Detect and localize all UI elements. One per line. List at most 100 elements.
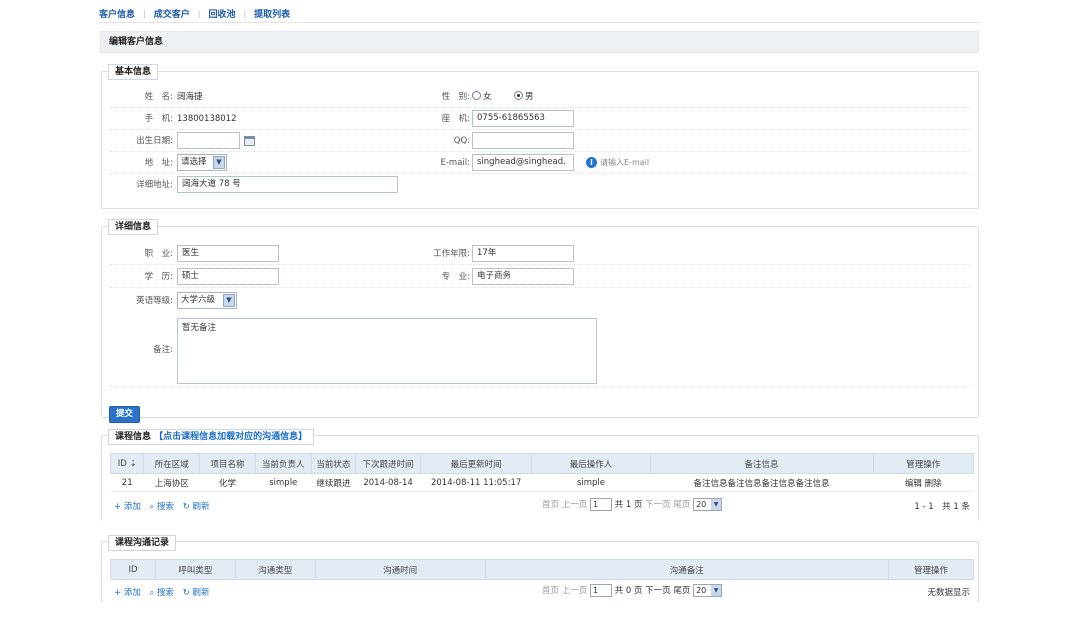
- form-row: 职 业: 医生 工作年限: 17年: [110, 243, 972, 265]
- nav-recycle-pool[interactable]: 回收池: [208, 7, 235, 20]
- page-size-select[interactable]: 20 ▼: [693, 498, 723, 511]
- col-actions: 管理操作: [888, 559, 974, 580]
- table-header-row: ID 呼叫类型 沟通类型 沟通时间 沟通备注 管理操作: [110, 559, 974, 580]
- education-input[interactable]: 硕士: [177, 268, 279, 285]
- col-last-operator: 最后操作人: [531, 453, 651, 474]
- cell-actions[interactable]: 编辑 删除: [873, 473, 974, 492]
- add-button[interactable]: + 添加: [114, 588, 141, 598]
- form-row: 学 历: 硕士 专 业: 电子商务: [110, 266, 972, 288]
- form-row: 手 机: 13800138012 座 机: 0755-61865563: [110, 108, 972, 130]
- toolbar: + 添加 ⌕ 搜索 ↻ 刷新: [114, 500, 216, 512]
- gender-label: 性 别:: [441, 92, 470, 102]
- work-years-input[interactable]: 17年: [472, 245, 574, 262]
- name-value: 阔海捷: [177, 92, 203, 102]
- job-label: 职 业:: [144, 249, 173, 259]
- next-page-button[interactable]: 下一页: [645, 586, 671, 596]
- info-icon: i: [586, 157, 597, 168]
- col-next-follow: 下次跟进时间: [355, 453, 421, 474]
- page-input[interactable]: 1: [589, 498, 612, 511]
- job-input[interactable]: 医生: [177, 245, 279, 262]
- record-summary: 无数据显示: [927, 588, 970, 598]
- cell-region: 上海协区: [143, 473, 200, 492]
- col-id[interactable]: ID: [110, 559, 156, 580]
- toolbar: + 添加 ⌕ 搜索 ↻ 刷新: [114, 586, 216, 598]
- first-page-button[interactable]: 首页: [542, 586, 559, 596]
- detail-address-label: 详细地址:: [136, 180, 173, 190]
- prev-page-button[interactable]: 上一页: [562, 586, 588, 596]
- comm-records-panel: 课程沟通记录 ID 呼叫类型 沟通类型 沟通时间 沟通备注 管理操作 + 添加 …: [101, 535, 979, 603]
- phone-input[interactable]: 0755-61865563: [472, 110, 574, 127]
- cell-last-update: 2014-08-11 11:05:17: [420, 473, 532, 492]
- total-pages: 共 1 页: [614, 500, 643, 510]
- name-label: 姓 名:: [144, 92, 173, 102]
- address-label: 地 址:: [144, 158, 173, 168]
- course-info-title: 课程信息: [115, 432, 152, 442]
- major-input[interactable]: 电子商务: [472, 268, 574, 285]
- last-page-button[interactable]: 尾页: [673, 500, 690, 510]
- col-project: 项目名称: [199, 453, 256, 474]
- cell-id: 21: [110, 473, 144, 492]
- col-last-update: 最后更新时间: [419, 453, 533, 474]
- qq-label: QQ:: [453, 136, 470, 146]
- nav-customer-info[interactable]: 客户信息: [99, 7, 135, 20]
- gender-female-option[interactable]: 女: [472, 86, 492, 108]
- education-label: 学 历:: [144, 272, 173, 282]
- col-comm-type: 沟通类型: [234, 559, 316, 580]
- nav-divider: [99, 22, 981, 23]
- radio-checked-icon[interactable]: [514, 91, 523, 100]
- search-button[interactable]: ⌕ 搜索: [150, 588, 174, 598]
- first-page-button[interactable]: 首页: [542, 500, 559, 510]
- detail-address-input[interactable]: 阔海大道 78 号: [177, 176, 398, 193]
- nav-closed-customers[interactable]: 成交客户: [154, 7, 190, 20]
- gender-male-option[interactable]: 男: [514, 86, 534, 108]
- col-id[interactable]: ID ⇣: [109, 453, 145, 474]
- work-years-label: 工作年限:: [433, 249, 470, 259]
- page-size-select[interactable]: 20 ▼: [693, 584, 723, 597]
- cell-project: 化学: [199, 473, 256, 492]
- cell-next-follow: 2014-08-14: [355, 473, 421, 492]
- last-page-button[interactable]: 尾页: [673, 586, 690, 596]
- course-table-footer: + 添加 ⌕ 搜索 ↻ 刷新 首页 上一页 1 共 1 页 下一页 尾页 20 ▼…: [110, 497, 974, 515]
- remark-textarea[interactable]: 暂无备注: [177, 318, 597, 384]
- english-level-select[interactable]: 大学六级 ▼: [177, 292, 237, 309]
- radio-icon[interactable]: [472, 91, 481, 100]
- email-hint: i 请输入E-mail: [586, 152, 649, 174]
- top-nav: 客户信息 | 成交客户 | 回收池 | 提取列表: [99, 7, 291, 20]
- major-label: 专 业:: [441, 272, 470, 282]
- course-table: ID ⇣ 所在区域 项目名称 当前负责人 当前状态 下次跟进时间 最后更新时间 …: [109, 453, 975, 492]
- record-summary: 1 - 1 共 1 条: [914, 502, 970, 512]
- load-comm-link[interactable]: 【点击课程信息加载对应的沟通信息】: [154, 432, 307, 442]
- basic-info-panel: 基本信息 姓 名: 阔海捷 性 别: 女 男 手 机: 13800138012 …: [101, 64, 979, 209]
- birth-label: 出生日期:: [136, 136, 173, 146]
- page-input[interactable]: 1: [589, 584, 612, 597]
- nav-extract-list[interactable]: 提取列表: [254, 7, 290, 20]
- address-select[interactable]: 请选择 ▼: [177, 154, 227, 171]
- form-row: 姓 名: 阔海捷 性 别: 女 男: [110, 86, 972, 108]
- comm-table-footer: + 添加 ⌕ 搜索 ↻ 刷新 首页 上一页 1 共 0 页 下一页 尾页 20 ▼…: [110, 583, 974, 601]
- remark-label: 备注:: [153, 345, 173, 355]
- birth-date-input[interactable]: [177, 132, 240, 149]
- course-info-legend: 课程信息 【点击课程信息加载对应的沟通信息】: [108, 429, 315, 445]
- calendar-icon[interactable]: [244, 136, 255, 146]
- chevron-down-icon[interactable]: ▼: [213, 156, 225, 169]
- form-row: 备注: 暂无备注: [110, 315, 972, 387]
- col-comm-time: 沟通时间: [314, 559, 486, 580]
- add-button[interactable]: + 添加: [114, 502, 141, 512]
- submit-button[interactable]: 提交: [109, 406, 140, 423]
- next-page-button[interactable]: 下一页: [645, 500, 671, 510]
- chevron-down-icon[interactable]: ▼: [223, 294, 235, 307]
- course-info-panel: 课程信息 【点击课程信息加载对应的沟通信息】 ID ⇣ 所在区域 项目名称 当前…: [101, 429, 979, 521]
- email-input[interactable]: singhead@singhead.: [472, 154, 574, 171]
- email-label: E-mail:: [440, 158, 470, 168]
- cell-owner: simple: [255, 473, 312, 492]
- qq-input[interactable]: [472, 132, 574, 149]
- table-row[interactable]: 21 上海协区 化学 simple 继续跟进 2014-08-14 2014-0…: [110, 473, 974, 492]
- prev-page-button[interactable]: 上一页: [562, 500, 588, 510]
- chevron-down-icon[interactable]: ▼: [711, 499, 722, 510]
- cell-last-operator: simple: [531, 473, 651, 492]
- refresh-button[interactable]: ↻ 刷新: [183, 502, 210, 512]
- refresh-button[interactable]: ↻ 刷新: [183, 588, 210, 598]
- detail-info-panel: 详细信息 职 业: 医生 工作年限: 17年 学 历: 硕士 专 业: 电子商务…: [101, 219, 979, 423]
- search-button[interactable]: ⌕ 搜索: [150, 502, 174, 512]
- chevron-down-icon[interactable]: ▼: [711, 585, 722, 596]
